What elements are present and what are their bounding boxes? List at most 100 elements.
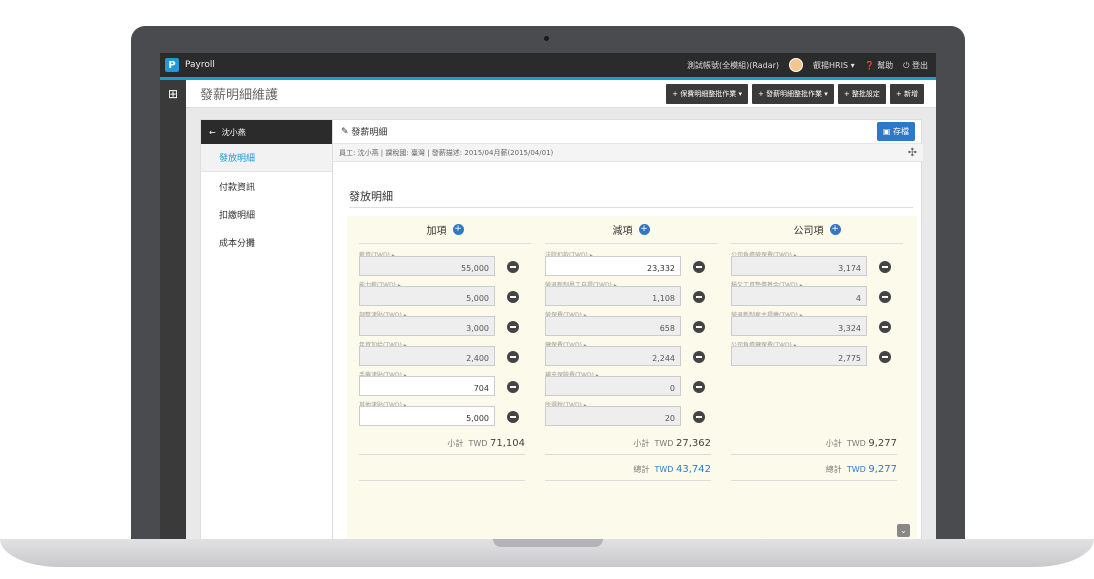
field: 勞保費(TWD) ▸658 xyxy=(545,310,717,336)
column-title: 公司項 xyxy=(793,226,824,237)
content-area: ✎ 發薪明細 ▣ 存檔 員工: 沈小燕 | 課稅國: 臺灣 | 發薪描述: 20… xyxy=(333,120,923,542)
column-title: 加項 xyxy=(426,226,447,237)
laptop-notch xyxy=(493,539,603,547)
amount-input[interactable]: 2,775 xyxy=(731,346,867,366)
remove-icon[interactable] xyxy=(507,321,519,333)
logout-label: 登出 xyxy=(912,60,928,70)
help-label: 幫助 xyxy=(877,60,894,70)
subtotal-label: 小計 xyxy=(633,439,650,448)
remove-icon[interactable] xyxy=(507,291,519,303)
total-value: 43,742 xyxy=(676,464,711,475)
sidebar-item-0[interactable]: 發放明細 xyxy=(201,144,332,172)
chevron-down-icon[interactable]: ⌄ xyxy=(897,524,910,537)
amount-input[interactable]: 2,244 xyxy=(545,346,681,366)
header-button-1[interactable]: + 發薪明細整批作業 ▾ xyxy=(751,83,834,104)
column-0: 加項 + 薪資(TWD) ▸55,000 能力薪(TWD) ▸5,000 調整津貼(TW… xyxy=(359,216,531,481)
total-label: 總計 xyxy=(633,465,650,474)
amount-input[interactable]: 4 xyxy=(731,286,867,306)
total-divider xyxy=(359,480,525,481)
subtotal-value: 27,362 xyxy=(676,438,711,449)
subtotal-value: 9,277 xyxy=(868,438,897,449)
subtotal-currency: TWD xyxy=(654,439,674,448)
help-link[interactable]: ❓ 幫助 xyxy=(865,60,894,71)
header-button-0[interactable]: + 保費明細整批作業 ▾ xyxy=(666,83,748,104)
left-rail xyxy=(160,108,186,542)
sidebar-item-1[interactable]: 付款資訊 xyxy=(201,172,332,200)
save-label: 存檔 xyxy=(893,127,909,136)
sidebar: ← 沈小燕 發放明細 付款資訊 扣繳明細 成本分攤 xyxy=(201,120,333,542)
field: 補充保險費(TWD) ▸0 xyxy=(545,370,717,396)
remove-icon[interactable] xyxy=(693,321,705,333)
amount-input[interactable]: 2,400 xyxy=(359,346,495,366)
remove-icon[interactable] xyxy=(879,291,891,303)
remove-icon[interactable] xyxy=(693,351,705,363)
amount-input[interactable]: 0 xyxy=(545,376,681,396)
remove-icon[interactable] xyxy=(507,351,519,363)
amount-input[interactable]: 55,000 xyxy=(359,256,495,276)
amount-input[interactable]: 704 xyxy=(359,376,495,396)
payroll-logo-icon: P xyxy=(165,58,179,72)
back-arrow-icon[interactable]: ← xyxy=(209,128,216,137)
help-icon: ❓ xyxy=(864,60,875,70)
avatar[interactable] xyxy=(789,58,804,72)
remove-icon[interactable] xyxy=(507,261,519,273)
header-buttons: + 保費明細整批作業 ▾ + 發薪明細整批作業 ▾ + 整批設定 + 新增 xyxy=(666,83,936,104)
add-icon[interactable]: + xyxy=(829,224,841,235)
remove-icon[interactable] xyxy=(693,261,705,273)
top-bar: P Payroll 測試帳號(全模組)(Radar) 叡揚HRIS ▾ ❓ 幫助… xyxy=(160,53,936,77)
field: 勞退新制員工自提(TWD) ▸1,108 xyxy=(545,280,717,306)
camera xyxy=(544,36,549,41)
subtotal: 小計 TWD 27,362 xyxy=(545,438,711,449)
amount-input[interactable]: 1,108 xyxy=(545,286,681,306)
subtotal-label: 小計 xyxy=(447,439,464,448)
amount-input[interactable]: 23,332 xyxy=(545,256,681,276)
total-divider xyxy=(545,480,711,481)
remove-icon[interactable] xyxy=(693,411,705,423)
remove-icon[interactable] xyxy=(879,261,891,273)
field: 法院扣款(TWD) ▸23,332 xyxy=(545,250,717,276)
content-header: ✎ 發薪明細 ▣ 存檔 xyxy=(333,120,923,144)
field: 調整津貼(TWD) ▸3,000 xyxy=(359,310,531,336)
apps-grid-icon[interactable]: ⊞ xyxy=(160,79,186,108)
header-button-2[interactable]: + 整批設定 xyxy=(837,83,886,104)
amount-input[interactable]: 3,174 xyxy=(731,256,867,276)
field: 年資加給(TWD) ▸2,400 xyxy=(359,340,531,366)
header-button-3[interactable]: + 新增 xyxy=(889,83,924,104)
page-title: 發薪明細維護 xyxy=(200,88,279,103)
amount-input[interactable]: 5,000 xyxy=(359,406,495,426)
subtotal: 小計 TWD 71,104 xyxy=(359,438,525,449)
total-label: 總計 xyxy=(825,465,842,474)
main-panel: ← 沈小燕 發放明細 付款資訊 扣繳明細 成本分攤 ✎ 發薪明細 ▣ 存檔 員工: 沈… xyxy=(200,119,923,542)
column-title: 減項 xyxy=(612,226,633,237)
add-icon[interactable]: + xyxy=(452,224,464,235)
column-header: 公司項 + xyxy=(731,216,903,244)
remove-icon[interactable] xyxy=(693,291,705,303)
logout-link[interactable]: ⏻ 登出 xyxy=(903,60,928,71)
field: 所得稅(TWD) ▸20 xyxy=(545,400,717,426)
content-title: 發薪明細 xyxy=(351,128,388,138)
total-currency: TWD xyxy=(654,465,674,474)
info-bar: 員工: 沈小燕 | 課稅國: 臺灣 | 發薪描述: 2015/04月薪(2015… xyxy=(333,144,923,162)
sidebar-item-3[interactable]: 成本分攤 xyxy=(201,228,332,256)
remove-icon[interactable] xyxy=(507,411,519,423)
amount-input[interactable]: 658 xyxy=(545,316,681,336)
column-header: 減項 + xyxy=(545,216,717,244)
sidebar-item-2[interactable]: 扣繳明細 xyxy=(201,200,332,228)
remove-icon[interactable] xyxy=(507,381,519,393)
save-icon: ▣ xyxy=(882,127,891,136)
amount-input[interactable]: 20 xyxy=(545,406,681,426)
save-button[interactable]: ▣ 存檔 xyxy=(876,122,915,141)
add-icon[interactable]: + xyxy=(638,224,650,235)
remove-icon[interactable] xyxy=(693,381,705,393)
amount-input[interactable]: 3,324 xyxy=(731,316,867,336)
hris-menu[interactable]: 叡揚HRIS ▾ xyxy=(813,60,855,71)
remove-icon[interactable] xyxy=(879,351,891,363)
subtotal-divider xyxy=(731,454,897,455)
sidebar-header: ← 沈小燕 xyxy=(201,120,332,144)
amount-input[interactable]: 3,000 xyxy=(359,316,495,336)
remove-icon[interactable] xyxy=(879,321,891,333)
amount-input[interactable]: 5,000 xyxy=(359,286,495,306)
move-icon[interactable]: ✣ xyxy=(908,146,917,159)
field: 能力薪(TWD) ▸5,000 xyxy=(359,280,531,306)
field: 積欠工資墊償基金(TWD) ▸4 xyxy=(731,280,903,306)
